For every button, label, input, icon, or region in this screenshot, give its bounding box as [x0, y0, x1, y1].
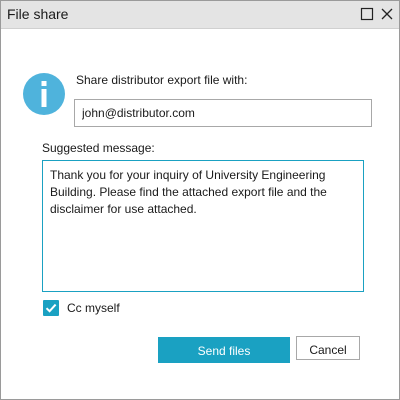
maximize-icon [360, 7, 374, 21]
share-with-label: Share distributor export file with: [76, 73, 248, 87]
send-files-button[interactable]: Send files [158, 337, 290, 363]
close-icon [381, 8, 393, 20]
cc-myself-label[interactable]: Cc myself [67, 301, 120, 315]
recipient-email-input[interactable] [74, 99, 372, 127]
file-share-dialog: File share Share distributor export file… [0, 0, 400, 400]
window-title: File share [7, 6, 69, 22]
info-icon [23, 73, 65, 115]
check-icon [45, 303, 57, 313]
close-button[interactable] [379, 6, 395, 22]
cc-myself-checkbox[interactable] [43, 300, 59, 316]
message-textarea[interactable]: Thank you for your inquiry of University… [42, 160, 364, 292]
cancel-button[interactable]: Cancel [296, 336, 360, 360]
suggested-message-label: Suggested message: [42, 141, 155, 155]
maximize-button[interactable] [359, 6, 375, 22]
title-bar[interactable]: File share [1, 1, 399, 29]
